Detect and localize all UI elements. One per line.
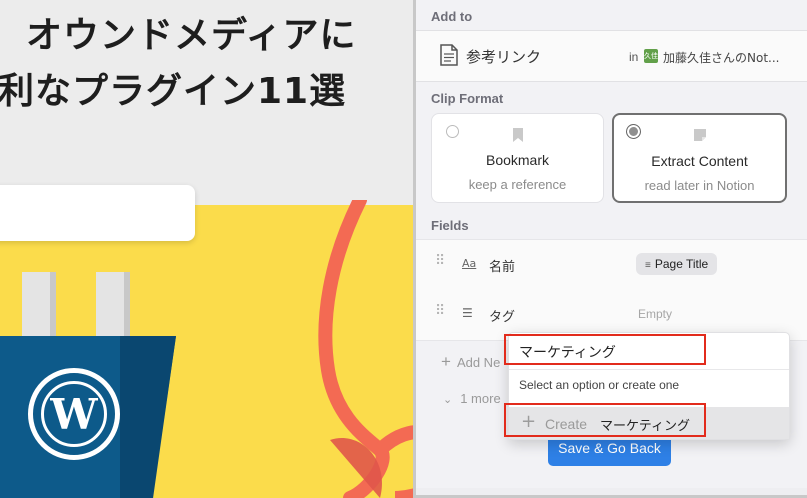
workspace-badge-icon: 久佳 xyxy=(644,49,658,63)
in-label: in xyxy=(629,50,639,64)
background-article-image: オウンドメディアに 利なプラグイン11選 W xyxy=(0,0,460,498)
plug-prong xyxy=(96,272,130,342)
page-icon xyxy=(440,44,458,66)
field-value: Page Title xyxy=(654,257,709,271)
highlight-box xyxy=(504,403,706,437)
add-new-field[interactable]: + Add Ne xyxy=(441,352,500,372)
plus-icon: + xyxy=(441,352,451,371)
bookmark-icon xyxy=(512,128,523,142)
headline-line-1: オウンドメディアに xyxy=(26,15,357,56)
extract-content-option[interactable]: Extract Content read later in Notion xyxy=(612,113,787,203)
wordpress-logo-letter: W xyxy=(41,381,107,447)
more-fields-toggle[interactable]: ⌄ 1 more xyxy=(443,391,501,406)
option-title: Bookmark xyxy=(485,152,550,168)
more-label: 1 more xyxy=(460,391,501,406)
add-new-label: Add Ne xyxy=(456,355,501,370)
field-name: タグ xyxy=(489,310,516,325)
list-icon: ☰ xyxy=(462,306,473,320)
white-card xyxy=(0,185,195,241)
option-subtitle: read later in Notion xyxy=(644,178,755,193)
option-subtitle: keep a reference xyxy=(468,177,567,192)
clip-format-label: Clip Format xyxy=(431,91,504,106)
headline-line-2: 利なプラグイン11選 xyxy=(0,71,347,112)
option-title: Extract Content xyxy=(651,153,748,169)
radio-button-selected[interactable] xyxy=(626,124,641,139)
add-to-label: Add to xyxy=(431,9,473,24)
workspace-name: 加藤久佳さんのNot... xyxy=(663,51,780,65)
fields-label: Fields xyxy=(431,218,469,233)
add-to-page-title: 参考リンク xyxy=(466,48,542,66)
chevron-down-icon: ⌄ xyxy=(443,394,453,406)
note-icon xyxy=(693,129,706,141)
drag-handle-icon[interactable]: ⠿ xyxy=(435,254,445,268)
radio-button[interactable] xyxy=(446,125,459,138)
bookmark-option[interactable]: Bookmark keep a reference xyxy=(431,113,604,203)
highlight-box xyxy=(504,334,706,365)
add-to-selector[interactable]: 参考リンク in 久佳 加藤久佳さんのNot... xyxy=(416,30,807,82)
plug-prong xyxy=(22,272,56,342)
field-name: 名前 xyxy=(489,260,516,275)
text-lines-icon: ≡ xyxy=(645,260,651,271)
field-value-chip[interactable]: ≡ Page Title xyxy=(636,253,718,275)
field-value-empty[interactable]: Empty xyxy=(638,307,672,321)
dropdown-hint: Select an option or create one xyxy=(519,378,680,392)
drag-handle-icon[interactable]: ⠿ xyxy=(435,304,445,318)
wordpress-logo: W xyxy=(28,368,120,460)
field-row-name[interactable]: ⠿ Aa 名前 ≡ Page Title xyxy=(416,239,807,291)
text-icon: Aa xyxy=(462,257,477,270)
